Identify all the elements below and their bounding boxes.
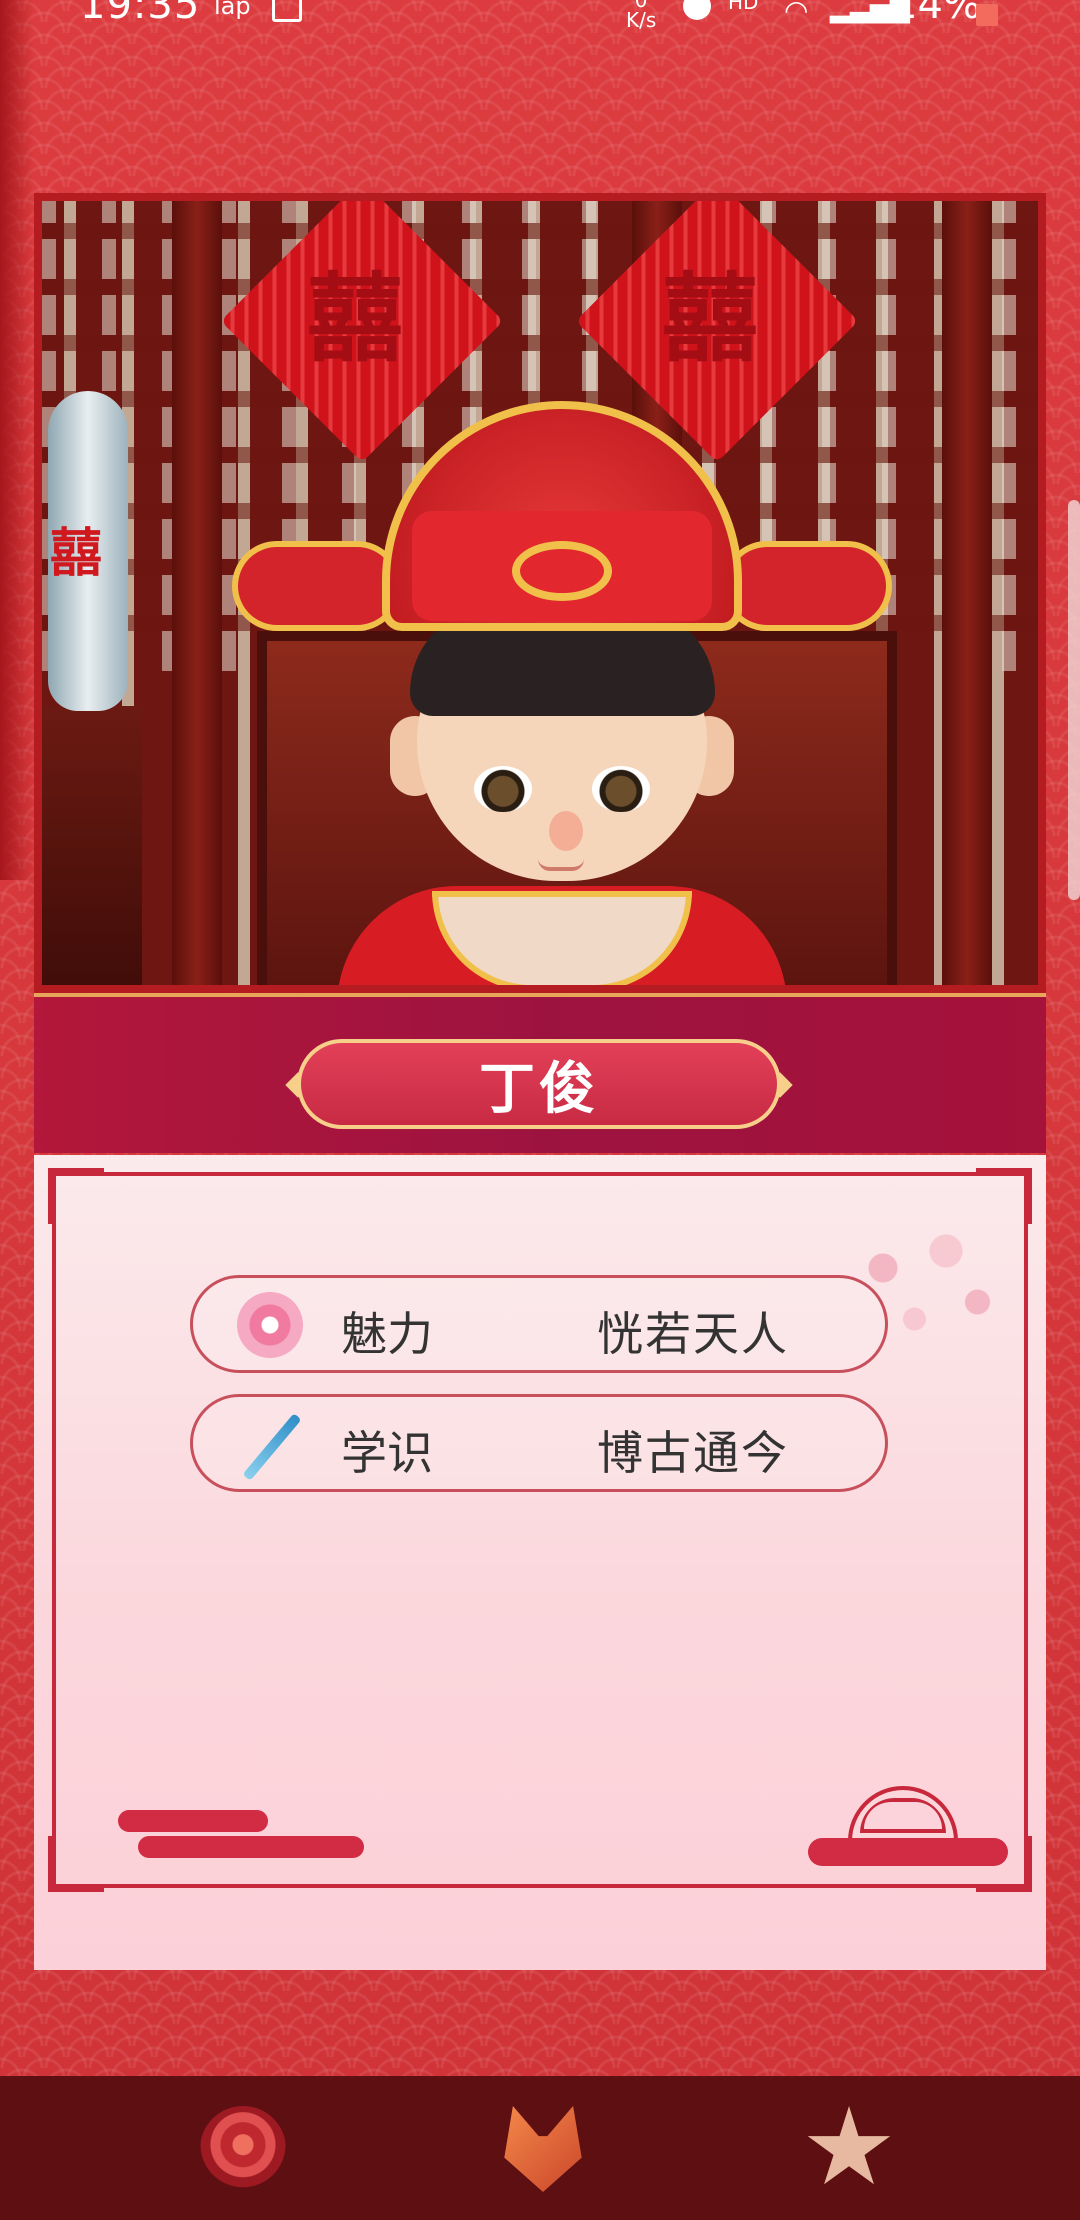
stat-label: 魅力 (341, 1307, 433, 1361)
status-time: 19:35 (80, 0, 201, 28)
image-notification-icon (272, 0, 302, 22)
character-name: 丁俊 (479, 1056, 599, 1122)
stat-row-knowledge: 学识 博古通今 (190, 1394, 888, 1492)
edge-panel-handle[interactable] (1068, 500, 1080, 900)
stat-label: 学识 (341, 1426, 433, 1480)
character-portrait: 囍 囍 囍 (34, 193, 1046, 993)
star-icon[interactable] (807, 2106, 891, 2185)
fox-icon[interactable] (504, 2106, 582, 2192)
hat-right-wing (722, 541, 892, 631)
bottom-navigation (0, 2076, 1080, 2220)
right-eye (592, 766, 650, 812)
scroll-decoration-right (808, 1786, 1008, 1870)
rose-icon[interactable] (200, 2106, 286, 2192)
vase-stand (42, 706, 142, 985)
plum-blossom-icon (237, 1292, 303, 1358)
stat-value: 博古通今 (597, 1426, 789, 1480)
network-speed: 0 K/s (626, 0, 657, 32)
status-bar: 19:35 lap 0 K/s HD ◠ ▂▃▅▇ 14% (0, 0, 1080, 40)
app-indicator: lap (214, 0, 251, 20)
scroll-decoration-left (118, 1810, 364, 1858)
vase-double-happiness: 囍 (50, 524, 103, 584)
writing-brush-icon (237, 1411, 303, 1477)
hat-left-wing (232, 541, 402, 631)
frame-corner-bottom-left (48, 1836, 104, 1892)
character-name-plate: 丁俊 (297, 1039, 781, 1129)
groom-avatar (232, 311, 892, 985)
battery-percent: 14% (892, 0, 981, 28)
wifi-icon: ◠ (784, 0, 809, 27)
stat-value: 恍若天人 (597, 1307, 789, 1361)
nose-blush (549, 811, 583, 851)
battery-icon (976, 4, 998, 26)
left-eye (474, 766, 532, 812)
frame-corner-top-left (48, 1168, 104, 1224)
alarm-icon (683, 0, 711, 20)
wooden-pillar (172, 201, 222, 985)
hd-indicator: HD (728, 0, 759, 14)
banner-gold-edge (34, 993, 1046, 997)
avatar-mouth (538, 859, 584, 871)
hat-emblem (512, 541, 612, 601)
left-edge-shade (0, 0, 34, 880)
stat-row-charm: 魅力 恍若天人 (190, 1275, 888, 1373)
wooden-pillar (942, 201, 992, 985)
